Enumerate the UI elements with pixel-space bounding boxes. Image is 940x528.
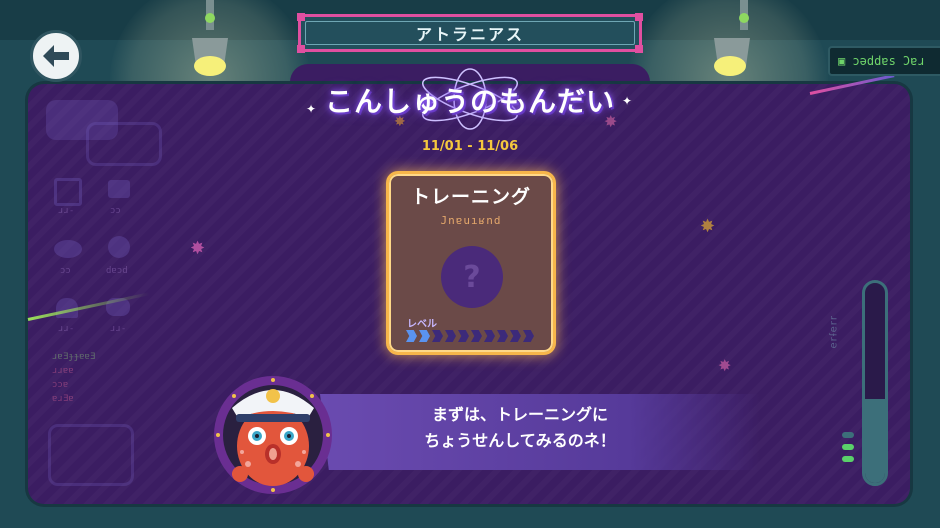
gauge-indicator-lights (842, 432, 856, 462)
ghost-label-4: dɐɔd (106, 266, 128, 276)
ghost-list-line-2: ɹɹɐɐ (52, 366, 74, 376)
level-segment (432, 330, 443, 342)
ghost-list-line-1: ɹɐƎɟɟɐɐƎ (52, 352, 96, 362)
level-segment (510, 330, 521, 342)
ghost-gear-icon (108, 236, 130, 258)
sparkle-icon: ✦ (306, 102, 317, 116)
ghost-label-3: ɔɔ (60, 266, 71, 276)
level-segment (484, 330, 495, 342)
dialog-line-2: ちょうせんしてみるのネ！ (424, 431, 616, 450)
level-segment (497, 330, 508, 342)
ghost-list-line-4: ɐɹƎɐ (52, 394, 74, 404)
banner-corner (635, 13, 643, 21)
level-segment (523, 330, 534, 342)
banner-corner (297, 13, 305, 21)
indicator-light (842, 432, 854, 438)
training-card[interactable]: トレーニング Jnɐuıʁnd ? レベル (386, 171, 556, 355)
weekly-problem-heading: こんしゅうのもんだい (324, 85, 615, 118)
ghost-label-6: ɹɹ- (110, 324, 127, 334)
level-segment (419, 330, 430, 342)
date-range: 11/01 - 11/06 (421, 139, 519, 154)
card-subtitle: Jnɐuıʁnd (440, 214, 502, 227)
octopus-captain-icon (214, 376, 332, 494)
ghost-box-bottom (48, 424, 134, 486)
level-progress-bar (406, 330, 534, 342)
question-mark-icon: ? (441, 246, 503, 308)
ticker-text: ▣ ɔǝddɐs Ɔɐɹ (838, 54, 925, 68)
sparkle-icon: ✸ (190, 238, 206, 259)
stage-title-banner: アトラニアス (297, 13, 643, 53)
banner-corner (297, 45, 305, 53)
ghost-box-top-outline (86, 122, 162, 166)
dialog-line-1: まずは、トレーニングに (431, 405, 608, 424)
level-segment (445, 330, 456, 342)
back-button[interactable] (30, 30, 82, 82)
level-segment (406, 330, 417, 342)
stage-lamp-left-icon (192, 0, 228, 76)
sparkle-icon: ✸ (700, 216, 716, 237)
back-arrow-icon (43, 45, 69, 67)
indicator-light (842, 456, 854, 462)
gauge-label: ɹɹǝɟɹǝ (828, 316, 839, 350)
level-segment (471, 330, 482, 342)
stage-title: アトラニアス (415, 27, 524, 44)
sparkle-icon: ✸ (718, 356, 732, 375)
level-label: レベル (407, 319, 437, 330)
stage-lamp-right-icon (714, 0, 750, 76)
ghost-icon-row1b (108, 180, 130, 198)
ghost-list-line-3: ɔɔɐ (52, 380, 69, 390)
ghost-label-5: ɹɹ- (58, 324, 75, 334)
indicator-light (842, 444, 854, 450)
gauge-fill (865, 399, 885, 483)
ghost-icon-row1a (54, 178, 82, 206)
ghost-label-1: ɹɹ- (58, 206, 75, 216)
ghost-planet-icon (54, 240, 82, 258)
card-title: トレーニング (410, 186, 531, 208)
ghost-label-2: ɔɔ (110, 206, 121, 216)
level-segment (458, 330, 469, 342)
banner-corner (635, 45, 643, 53)
dialog-text: まずは、トレーニングに ちょうせんしてみるのネ！ (360, 402, 680, 454)
sparkle-icon: ✦ (622, 94, 633, 108)
power-gauge (862, 280, 888, 486)
ticker-display: ▣ ɔǝddɐs Ɔɐɹ (828, 46, 940, 76)
